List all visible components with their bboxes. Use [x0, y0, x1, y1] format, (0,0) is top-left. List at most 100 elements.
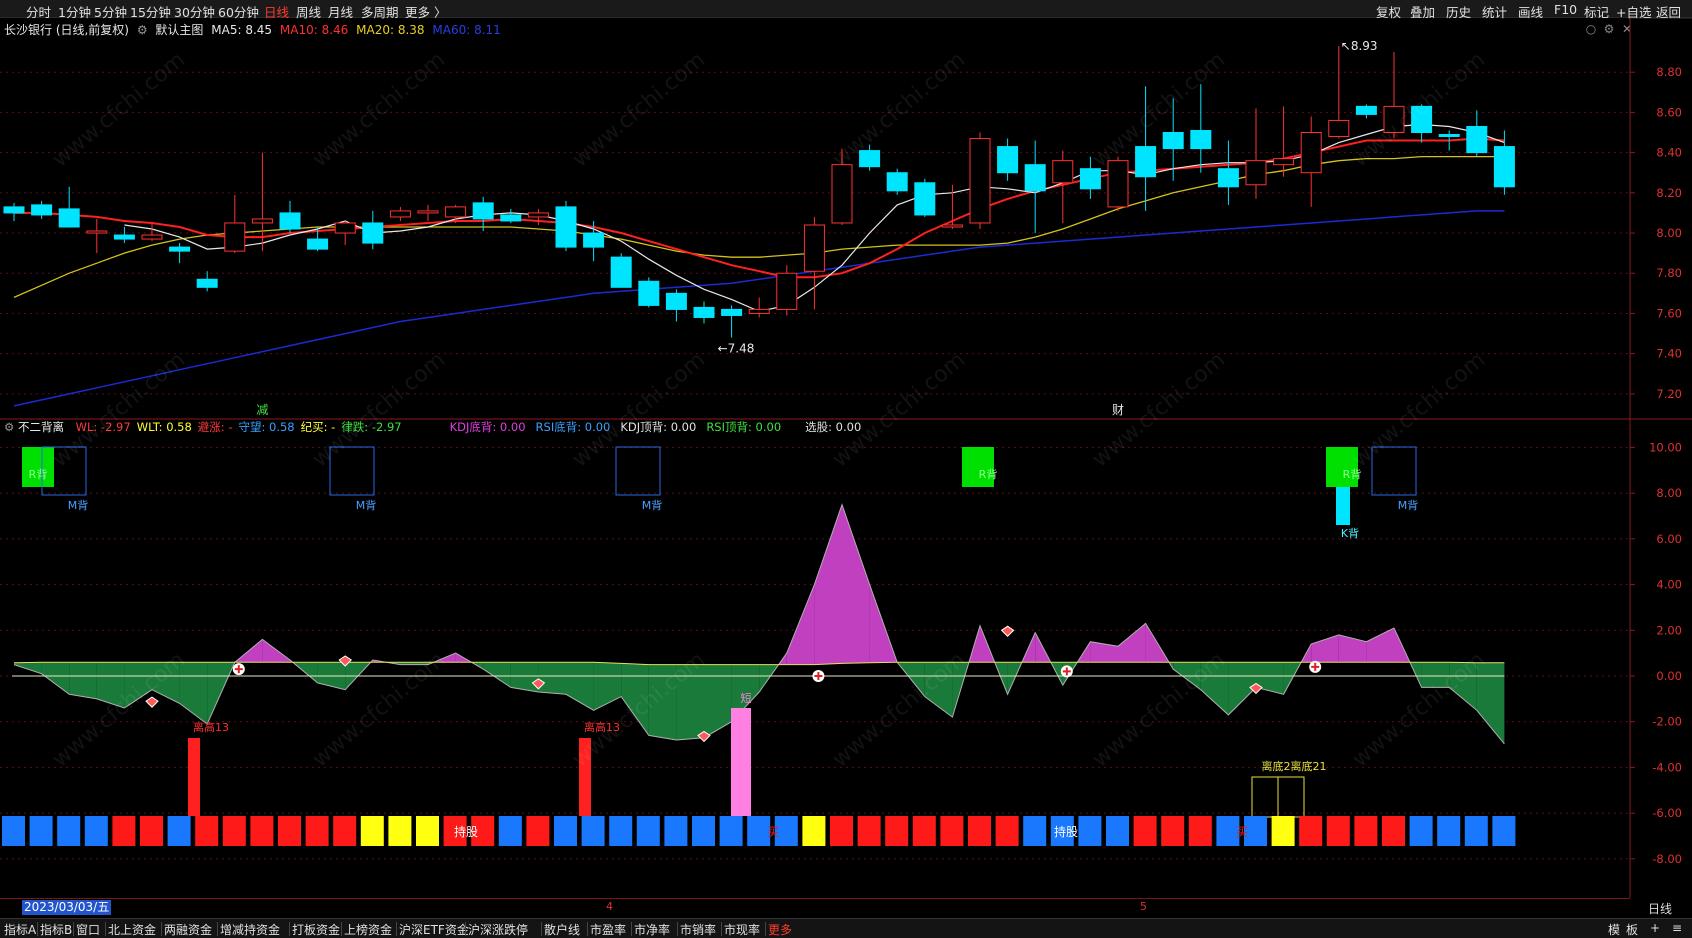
bottom-tab[interactable]: 北上资金	[108, 921, 156, 938]
hold-label: 持股	[1054, 824, 1078, 839]
candle-down	[307, 238, 329, 250]
bottom-tab[interactable]: 市销率	[680, 921, 716, 938]
indicator-fill	[41, 662, 70, 695]
signal-cell	[636, 816, 660, 846]
candle-down	[1024, 164, 1046, 192]
signal-cell	[333, 816, 357, 846]
bottom-tab[interactable]: 两融资金	[164, 921, 212, 938]
signal-cell	[1354, 816, 1378, 846]
bottom-right-button[interactable]: 模	[1608, 921, 1620, 938]
price-tick-label: 8.00	[1656, 226, 1682, 240]
signal-cell	[1492, 816, 1516, 846]
candle-up	[334, 222, 356, 234]
bottom-tab[interactable]: 市盈率	[590, 921, 626, 938]
signal-cell	[581, 816, 605, 846]
indicator-tick-label: 4.00	[1656, 578, 1682, 592]
indicator-fill	[814, 504, 842, 665]
bottom-tab[interactable]: 指标A	[4, 921, 36, 938]
indicator-fill	[69, 662, 97, 699]
signal-cell	[2, 816, 25, 846]
candle-up	[445, 206, 467, 218]
indicator-tick-label: -6.00	[1652, 806, 1682, 820]
candle-down	[1135, 146, 1157, 178]
watermark: www.cfchi.com	[568, 47, 710, 172]
bottom-tab[interactable]: 市净率	[634, 921, 670, 938]
separator	[541, 922, 542, 936]
candle-down	[362, 222, 384, 244]
signal-cell	[912, 816, 936, 846]
signal-cell	[609, 816, 633, 846]
event-mark-finance: 财	[1112, 403, 1124, 417]
signal-cell	[692, 816, 715, 846]
buy-label: 买	[767, 825, 779, 839]
buy-signal-marker	[812, 670, 825, 682]
m-back-label: M背	[642, 498, 663, 512]
signal-cell	[664, 816, 688, 846]
separator	[37, 922, 38, 936]
month-tick: 4	[606, 900, 613, 913]
indicator-fill	[566, 662, 594, 711]
candle-down	[3, 206, 25, 214]
price-tick-label: 8.80	[1656, 65, 1682, 79]
bottom-tab[interactable]: 窗口	[76, 921, 100, 938]
bottom-divergence-box	[1277, 776, 1305, 818]
signal-cell	[719, 816, 743, 846]
signal-cell	[526, 816, 550, 846]
signal-cell	[1464, 816, 1488, 846]
candle-up	[776, 272, 798, 310]
candle-down	[279, 212, 301, 230]
period-label: 日线	[1648, 902, 1673, 916]
diamond-icon	[1000, 625, 1015, 637]
bottom-right-button[interactable]: 板	[1626, 921, 1638, 938]
indicator-tick-label: 0.00	[1656, 669, 1682, 683]
candle-down	[58, 208, 80, 228]
f10-button[interactable]: F10	[1554, 2, 1577, 17]
m-back-label: M背	[68, 498, 89, 512]
candle-up	[1273, 158, 1295, 166]
signal-cell	[57, 816, 81, 846]
candle-up	[941, 224, 963, 228]
bottom-tab[interactable]: 增减持资金	[220, 921, 280, 938]
watermark: www.cfchi.com	[308, 347, 450, 472]
signal-cell	[112, 816, 136, 846]
bottom-tab[interactable]: 更多	[768, 921, 792, 938]
candle-down	[196, 278, 218, 288]
signal-cell	[167, 816, 191, 846]
candle-up	[803, 224, 825, 272]
candle-up	[251, 218, 273, 224]
candle-down	[1355, 105, 1377, 115]
signal-cell	[857, 816, 881, 846]
kline-window: 分时 1分钟 5分钟 15分钟 30分钟 60分钟 日线 周线 月线 多周期 更…	[0, 0, 1692, 938]
candle-up	[389, 210, 411, 218]
bottom-tab[interactable]: 指标B	[40, 921, 72, 938]
bottom-right-button[interactable]: +	[1650, 921, 1660, 935]
candle-down	[610, 256, 632, 288]
chart-canvas[interactable]: 8.80 8.60 8.40 8.20 8.00 7.80 7.60 7.40 7.20 ↖8.9…	[0, 18, 1692, 918]
bottom-tab[interactable]: 打板资金	[292, 921, 340, 938]
bottom-tab[interactable]: 沪深ETF资金	[399, 921, 469, 938]
indicator-tick-label: 8.00	[1656, 486, 1682, 500]
divergence-bar	[188, 738, 200, 816]
wl-line	[13, 503, 1505, 745]
r-back-label: R背	[1343, 467, 1362, 481]
indicator-tick-label: 10.00	[1649, 440, 1682, 454]
bottom-right-button[interactable]: ≡	[1672, 921, 1682, 935]
signal-cell	[940, 816, 964, 846]
signal-cell	[995, 816, 1019, 846]
signal-cell	[222, 816, 246, 846]
candle-up	[1052, 160, 1074, 184]
signal-cell	[360, 816, 384, 846]
indicator-fill	[510, 662, 539, 692]
bottom-tab[interactable]: 沪深涨跌停	[468, 921, 528, 938]
signal-cell	[140, 816, 163, 846]
candle-down	[1162, 132, 1184, 150]
signal-cell	[968, 816, 991, 846]
bottom-tab[interactable]: 市现率	[724, 921, 760, 938]
date-axis	[0, 898, 1630, 917]
bottom-tab[interactable]: 散户线	[544, 921, 580, 938]
candle-up	[527, 212, 549, 218]
signal-cell	[195, 816, 219, 846]
signal-cell	[1271, 816, 1295, 846]
bottom-tab[interactable]: 上榜资金	[344, 921, 392, 938]
month-tick: 5	[1140, 900, 1147, 913]
